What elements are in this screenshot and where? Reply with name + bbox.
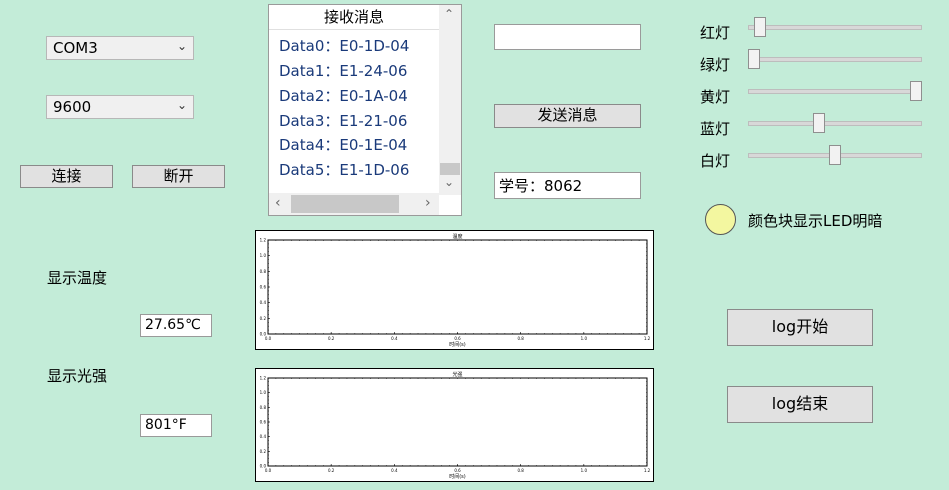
x-tick-label: 1.0 <box>581 468 588 473</box>
horizontal-scroll-thumb[interactable] <box>291 195 399 213</box>
light-intensity-chart: 光强时间(s) 0.0 0.2 0.4 0.6 0.8 1.0 1.2 0.0 0.2 0.4 0.6… <box>255 368 654 482</box>
baud-select[interactable]: 9600 ⌄ <box>46 95 194 119</box>
temperature-label: 显示温度 <box>47 269 108 287</box>
chart-title: 光强 <box>452 371 462 378</box>
y-tick-label: 0.6 <box>260 420 267 425</box>
y-tick-label: 1.2 <box>260 238 267 243</box>
x-tick-label: 0.6 <box>454 336 461 341</box>
y-tick-label: 0.2 <box>260 316 267 321</box>
led-color-indicator <box>705 204 736 235</box>
connect-button[interactable]: 连接 <box>20 165 113 188</box>
slider-track[interactable] <box>748 121 922 126</box>
green-light-label: 绿灯 <box>700 56 731 74</box>
temperature-chart-svg: 温度时间(s) 0.0 0.2 0.4 0.6 0.8 1.0 1.2 0.0 0.2 0.4 0.6… <box>260 233 651 348</box>
chevron-right-icon[interactable]: › <box>425 195 431 211</box>
light-intensity-value: 801°F <box>145 417 187 433</box>
vertical-scrollbar[interactable]: ⌃ ⌄ <box>439 5 461 195</box>
disconnect-button[interactable]: 断开 <box>132 165 225 188</box>
y-tick-label: 0.8 <box>260 405 267 410</box>
led-indicator-label: 颜色块显示LED明暗 <box>748 212 883 230</box>
log-stop-button[interactable]: log结束 <box>727 386 873 423</box>
red-light-label: 红灯 <box>700 24 731 42</box>
x-tick-label: 0.0 <box>265 468 272 473</box>
y-tick-label: 1.0 <box>260 390 267 395</box>
slider-track[interactable] <box>748 25 922 30</box>
list-item[interactable]: Data1：E1-24-06 <box>279 60 407 81</box>
port-select-value: COM3 <box>53 39 98 57</box>
x-tick-label: 0.8 <box>517 468 524 473</box>
x-axis-label: 时间(s) <box>449 473 466 480</box>
send-input[interactable] <box>494 24 641 50</box>
slider-thumb[interactable] <box>910 81 922 101</box>
temperature-value: 27.65℃ <box>145 317 201 333</box>
temperature-chart: 温度时间(s) 0.0 0.2 0.4 0.6 0.8 1.0 1.2 0.0 0.2 0.4 0.6… <box>255 230 654 350</box>
blue-light-label: 蓝灯 <box>700 120 731 138</box>
port-select[interactable]: COM3 ⌄ <box>46 36 194 60</box>
slider-thumb[interactable] <box>748 49 760 69</box>
y-tick-label: 0.4 <box>260 300 267 305</box>
slider-thumb[interactable] <box>812 113 825 133</box>
x-tick-label: 0.0 <box>265 336 272 341</box>
y-tick-label: 0.0 <box>260 464 267 469</box>
list-item[interactable]: Data2：E0-1A-04 <box>279 85 408 106</box>
white-light-label: 白灯 <box>700 152 731 170</box>
slider-track[interactable] <box>748 89 922 94</box>
temperature-field[interactable]: 27.65℃ <box>140 314 212 337</box>
plot-area <box>267 239 648 335</box>
y-tick-label: 0.8 <box>260 269 267 274</box>
plot-area <box>267 377 648 467</box>
chevron-up-icon[interactable]: ⌃ <box>444 7 454 21</box>
y-tick-label: 0.4 <box>260 434 267 439</box>
chevron-down-icon: ⌄ <box>176 39 187 53</box>
x-tick-label: 0.2 <box>328 468 335 473</box>
horizontal-scrollbar[interactable]: ‹ › <box>269 193 439 215</box>
log-start-button[interactable]: log开始 <box>727 309 873 346</box>
x-axis-label: 时间(s) <box>449 341 466 348</box>
slider-thumb[interactable] <box>754 17 767 37</box>
white-light-slider[interactable] <box>748 142 922 168</box>
slider-track[interactable] <box>748 57 922 62</box>
list-item[interactable]: Data5：E1-1D-06 <box>279 159 409 180</box>
list-item[interactable]: Data4：E0-1E-04 <box>279 134 407 155</box>
x-tick-label: 1.2 <box>644 468 651 473</box>
red-light-slider[interactable] <box>748 14 922 40</box>
send-button[interactable]: 发送消息 <box>494 104 641 128</box>
chevron-down-icon[interactable]: ⌄ <box>444 175 454 189</box>
chart-title: 温度 <box>452 233 462 240</box>
baud-select-value: 9600 <box>53 98 92 116</box>
chevron-left-icon[interactable]: ‹ <box>275 195 281 211</box>
student-id-value: 学号：8062 <box>499 177 583 195</box>
x-tick-label: 0.4 <box>391 468 398 473</box>
green-light-slider[interactable] <box>748 46 922 72</box>
vertical-scroll-thumb[interactable] <box>440 163 460 175</box>
yellow-light-slider[interactable] <box>748 78 922 104</box>
list-item[interactable]: Data0：E0-1D-04 <box>279 35 409 56</box>
light-intensity-chart-svg: 光强时间(s) 0.0 0.2 0.4 0.6 0.8 1.0 1.2 0.0 0.2 0.4 0.6… <box>260 371 651 480</box>
x-tick-label: 1.2 <box>644 336 651 341</box>
list-item[interactable]: Data3：E1-21-06 <box>279 110 407 131</box>
x-tick-label: 0.6 <box>454 468 461 473</box>
x-tick-label: 0.2 <box>328 336 335 341</box>
y-tick-label: 1.0 <box>260 253 267 258</box>
receive-list-header: 接收消息 <box>269 5 439 30</box>
student-id-field[interactable]: 学号：8062 <box>494 172 641 199</box>
y-tick-label: 0.2 <box>260 449 267 454</box>
y-tick-label: 0.0 <box>260 332 267 337</box>
yellow-light-label: 黄灯 <box>700 88 731 106</box>
light-intensity-label: 显示光强 <box>47 367 108 385</box>
x-tick-label: 0.8 <box>517 336 524 341</box>
x-tick-label: 0.4 <box>391 336 398 341</box>
light-intensity-field[interactable]: 801°F <box>140 414 212 437</box>
chevron-down-icon: ⌄ <box>176 98 187 112</box>
y-tick-label: 0.6 <box>260 285 267 290</box>
blue-light-slider[interactable] <box>748 110 922 136</box>
y-tick-label: 1.2 <box>260 376 267 381</box>
receive-listbox[interactable]: 接收消息 Data0：E0-1D-04 Data1：E1-24-06 Data2… <box>268 4 462 216</box>
slider-thumb[interactable] <box>829 145 841 165</box>
x-tick-label: 1.0 <box>581 336 588 341</box>
